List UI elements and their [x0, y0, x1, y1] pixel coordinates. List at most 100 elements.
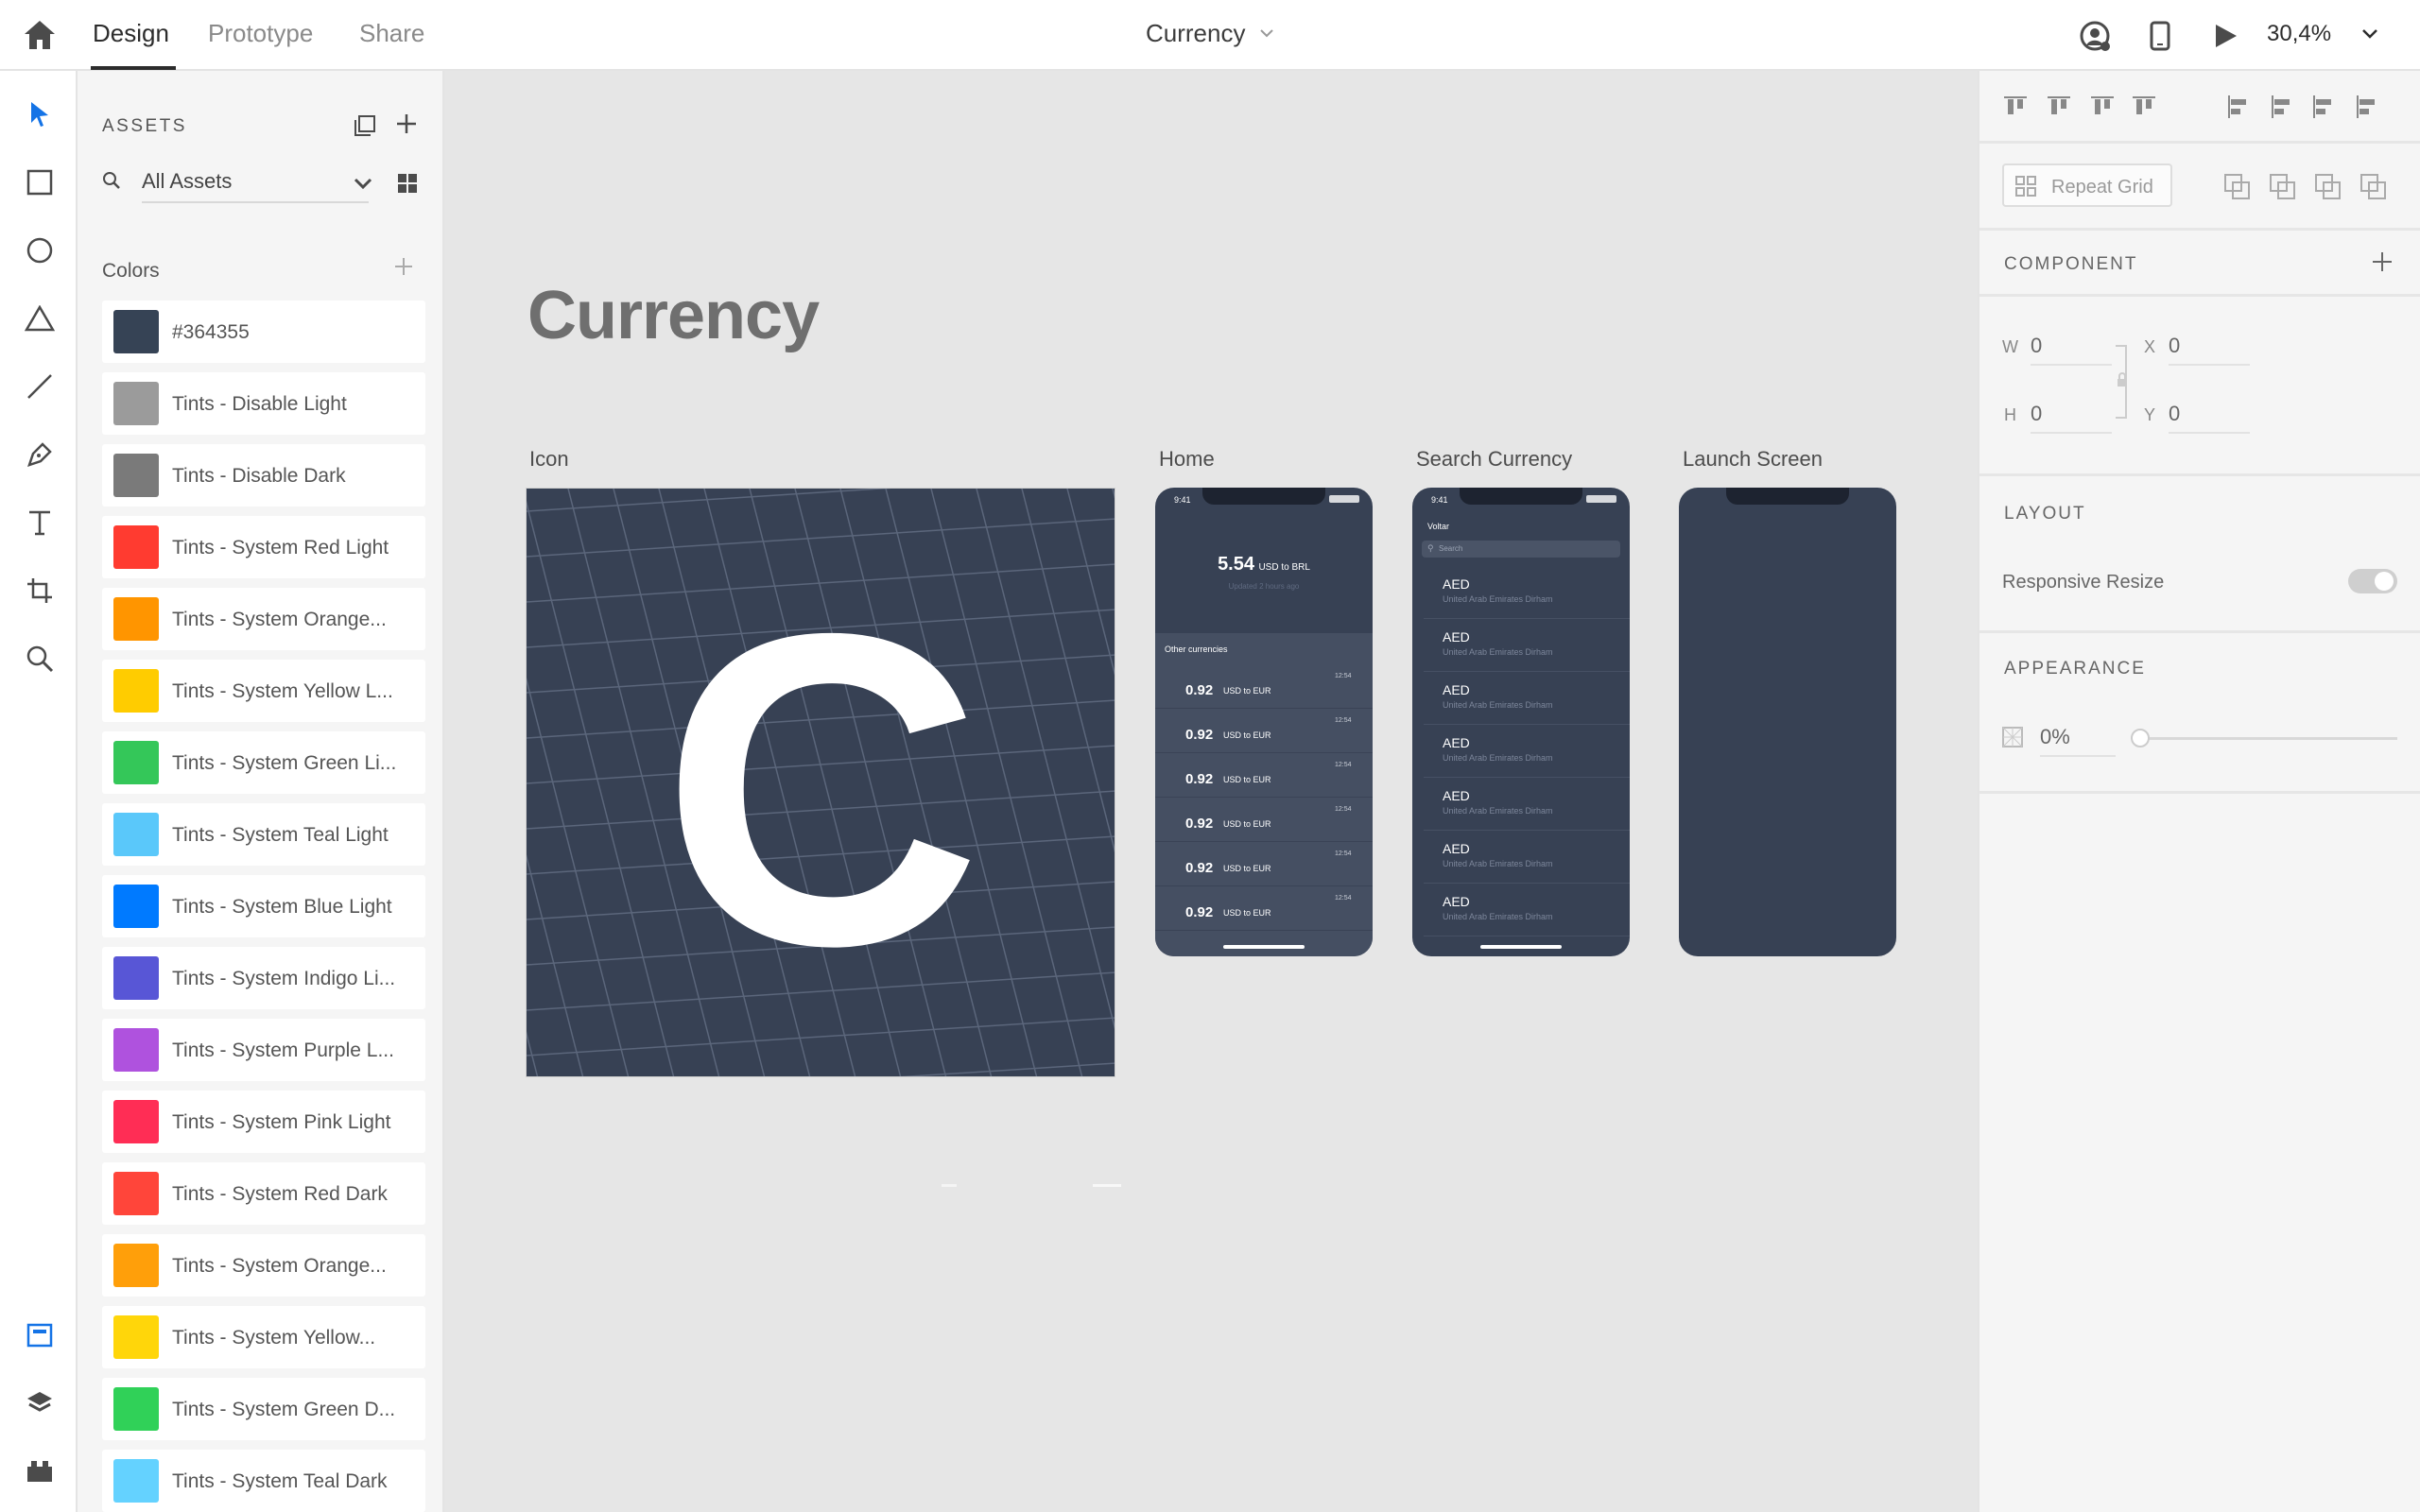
- subtract-boolean-icon[interactable]: [2269, 173, 2297, 201]
- distribute-horizontal-icon[interactable]: [2354, 94, 2380, 120]
- artboard-label-home[interactable]: Home: [1159, 447, 1215, 472]
- add-boolean-icon[interactable]: [2223, 173, 2252, 201]
- open-library-icon[interactable]: [354, 114, 376, 142]
- responsive-resize-toggle[interactable]: [2348, 569, 2397, 593]
- color-asset-row[interactable]: Tints - System Indigo Li...: [102, 947, 425, 1009]
- play-icon[interactable]: [2214, 23, 2238, 54]
- currency-row[interactable]: AED United Arab Emirates Dirham: [1424, 832, 1630, 884]
- align-right-icon[interactable]: [2310, 94, 2337, 120]
- home-icon[interactable]: [23, 19, 57, 51]
- icon-artboard[interactable]: C: [526, 488, 1115, 1077]
- pen-tool-icon[interactable]: [21, 436, 59, 473]
- currency-row[interactable]: AED United Arab Emirates Dirham: [1424, 779, 1630, 831]
- color-asset-row[interactable]: Tints - System Orange...: [102, 1234, 425, 1297]
- add-asset-icon[interactable]: [395, 112, 418, 140]
- color-asset-row[interactable]: Tints - System Red Light: [102, 516, 425, 578]
- layers-panel-icon[interactable]: [21, 1384, 59, 1422]
- y-input[interactable]: 0: [2169, 402, 2250, 434]
- color-asset-row[interactable]: Tints - System Green Li...: [102, 731, 425, 794]
- home-artboard[interactable]: 9:41 5.54 USD to BRL Updated 2 hours ago…: [1155, 488, 1373, 956]
- color-asset-row[interactable]: Tints - System Orange...: [102, 588, 425, 650]
- rate-row[interactable]: 0.92 USD to EUR 12:54: [1155, 887, 1373, 931]
- color-asset-row[interactable]: Tints - System Teal Dark: [102, 1450, 425, 1512]
- currency-row[interactable]: AED United Arab Emirates Dirham: [1424, 567, 1630, 619]
- color-asset-label: Tints - System Red Light: [172, 537, 389, 558]
- color-asset-row[interactable]: Tints - System Blue Light: [102, 875, 425, 937]
- color-swatch: [113, 310, 159, 353]
- intersect-boolean-icon[interactable]: [2314, 173, 2342, 201]
- currency-row[interactable]: AED United Arab Emirates Dirham: [1424, 620, 1630, 672]
- filter-chevron-icon[interactable]: [354, 177, 372, 195]
- color-asset-row[interactable]: Tints - System Purple L...: [102, 1019, 425, 1081]
- currency-row[interactable]: AED United Arab Emirates Dirham: [1424, 885, 1630, 936]
- repeat-grid-button[interactable]: Repeat Grid: [2002, 163, 2172, 207]
- color-asset-row[interactable]: Tints - System Teal Light: [102, 803, 425, 866]
- currency-row[interactable]: AED United Arab Emirates Dirham: [1424, 673, 1630, 725]
- artboard-label-launch[interactable]: Launch Screen: [1683, 447, 1823, 472]
- tab-share[interactable]: Share: [359, 19, 424, 48]
- select-tool-icon[interactable]: [21, 95, 59, 133]
- color-asset-row[interactable]: Tints - Disable Light: [102, 372, 425, 435]
- launch-artboard[interactable]: [1679, 488, 1896, 956]
- currency-row[interactable]: AED United Arab Emirates Dirham: [1424, 726, 1630, 778]
- asset-filter-dropdown[interactable]: All Assets: [142, 169, 369, 203]
- currency-name: United Arab Emirates Dirham: [1443, 806, 1553, 816]
- rate-row[interactable]: 0.92 USD to EUR 12:54: [1155, 799, 1373, 842]
- artboard-label-icon[interactable]: Icon: [529, 447, 569, 472]
- exclude-boolean-icon[interactable]: [2360, 173, 2388, 201]
- document-title[interactable]: Currency: [1146, 19, 1245, 48]
- artboard-tool-icon[interactable]: [21, 572, 59, 610]
- zoom-level[interactable]: 30,4%: [2267, 21, 2331, 47]
- add-component-icon[interactable]: [2371, 250, 2394, 278]
- search-artboard[interactable]: 9:41 Voltar ⚲ Search AED United Arab Emir…: [1412, 488, 1630, 956]
- zoom-tool-icon[interactable]: [21, 640, 59, 678]
- plugins-panel-icon[interactable]: [21, 1452, 59, 1490]
- opacity-slider-track[interactable]: [2138, 737, 2397, 740]
- polygon-tool-icon[interactable]: [21, 300, 59, 337]
- rate-row[interactable]: 0.92 USD to EUR 12:54: [1155, 665, 1373, 709]
- rate-row[interactable]: 0.92 USD to EUR 12:54: [1155, 843, 1373, 886]
- chevron-down-icon[interactable]: [1259, 26, 1274, 43]
- lock-icon[interactable]: [2116, 371, 2129, 393]
- currency-name: United Arab Emirates Dirham: [1443, 700, 1553, 710]
- user-icon[interactable]: [2080, 21, 2112, 58]
- align-bottom-icon[interactable]: [2089, 94, 2116, 120]
- text-tool-icon[interactable]: [21, 504, 59, 541]
- back-button[interactable]: Voltar: [1427, 522, 1449, 531]
- align-center-icon[interactable]: [2269, 94, 2295, 120]
- color-asset-row[interactable]: Tints - System Green D...: [102, 1378, 425, 1440]
- home-indicator: [1480, 945, 1562, 949]
- grid-view-icon[interactable]: [397, 173, 418, 198]
- color-asset-row[interactable]: Tints - System Red Dark: [102, 1162, 425, 1225]
- x-input[interactable]: 0: [2169, 334, 2250, 366]
- rectangle-tool-icon[interactable]: [21, 163, 59, 201]
- color-asset-row[interactable]: Tints - Disable Dark: [102, 444, 425, 507]
- tab-design[interactable]: Design: [93, 19, 169, 48]
- align-left-icon[interactable]: [2225, 94, 2252, 120]
- assets-panel-icon[interactable]: [21, 1316, 59, 1354]
- height-input[interactable]: 0: [2031, 402, 2112, 434]
- color-asset-row[interactable]: Tints - System Pink Light: [102, 1091, 425, 1153]
- tab-prototype[interactable]: Prototype: [208, 19, 313, 48]
- opacity-input[interactable]: 0%: [2040, 725, 2116, 757]
- align-top-icon[interactable]: [2002, 94, 2029, 120]
- color-asset-row[interactable]: Tints - System Yellow...: [102, 1306, 425, 1368]
- color-asset-row[interactable]: #364355: [102, 301, 425, 363]
- currency-name: United Arab Emirates Dirham: [1443, 647, 1553, 657]
- color-asset-label: Tints - System Teal Light: [172, 824, 389, 846]
- rate-row[interactable]: 0.92 USD to EUR 12:54: [1155, 710, 1373, 753]
- ellipse-tool-icon[interactable]: [21, 232, 59, 269]
- opacity-slider-thumb[interactable]: [2131, 729, 2150, 747]
- zoom-chevron-icon[interactable]: [2361, 26, 2378, 43]
- artboard-label-search[interactable]: Search Currency: [1416, 447, 1572, 472]
- canvas[interactable]: Currency Icon Home Search Currency Launc…: [444, 71, 1978, 1512]
- rate-row[interactable]: 0.92 USD to EUR 12:54: [1155, 754, 1373, 798]
- search-field[interactable]: ⚲ Search: [1422, 541, 1620, 558]
- width-input[interactable]: 0: [2031, 334, 2112, 366]
- device-preview-icon[interactable]: [2150, 21, 2170, 56]
- line-tool-icon[interactable]: [21, 368, 59, 405]
- color-asset-row[interactable]: Tints - System Yellow L...: [102, 660, 425, 722]
- align-middle-icon[interactable]: [2046, 94, 2072, 120]
- add-color-icon[interactable]: [393, 256, 414, 282]
- distribute-vertical-icon[interactable]: [2131, 94, 2157, 120]
